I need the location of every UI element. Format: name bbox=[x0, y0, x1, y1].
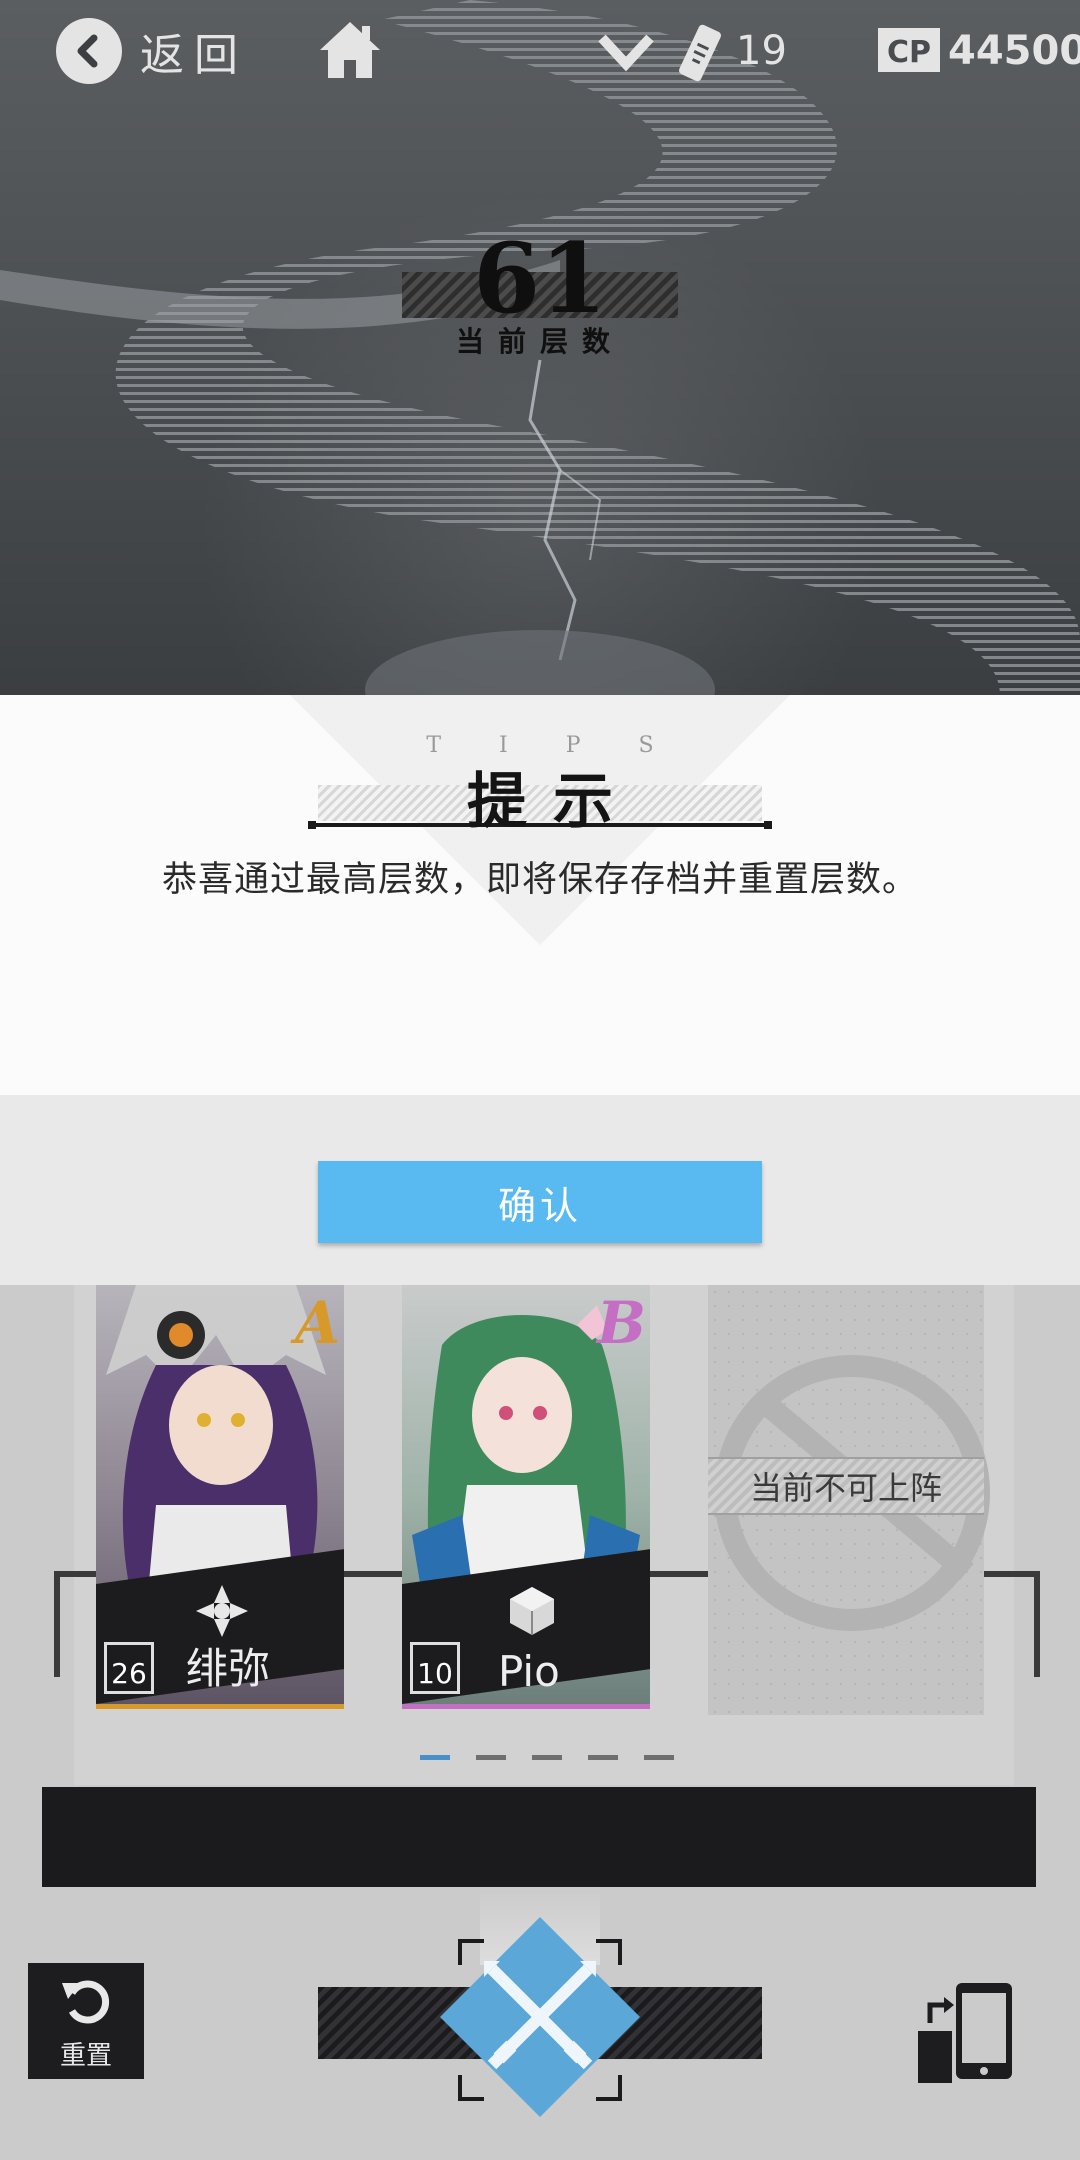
page-dot[interactable] bbox=[588, 1755, 618, 1760]
switch-formation-button[interactable] bbox=[916, 1979, 1016, 2089]
page-indicator bbox=[420, 1755, 674, 1760]
cp-badge-icon: CP bbox=[878, 28, 940, 72]
home-button[interactable] bbox=[318, 20, 382, 80]
page-dot[interactable] bbox=[532, 1755, 562, 1760]
character-card-b[interactable]: B BR 10 Pio bbox=[402, 1285, 650, 1709]
start-battle-button[interactable] bbox=[440, 1917, 640, 2117]
back-label: 返回 bbox=[140, 30, 248, 81]
current-floor-label: 当前层数 bbox=[455, 325, 624, 358]
ticket-icon bbox=[679, 24, 721, 82]
page-dot[interactable] bbox=[644, 1755, 674, 1760]
reset-icon bbox=[62, 1980, 110, 2024]
team-panel-base bbox=[42, 1787, 1036, 1887]
card-slot-letter: A bbox=[294, 1289, 340, 1357]
back-button[interactable]: 返回 bbox=[56, 18, 248, 84]
dialog-title: 提示 bbox=[467, 767, 639, 837]
top-bar: 返回 19 CP 44500 bbox=[0, 0, 1080, 110]
cp-badge-text: CP bbox=[887, 35, 931, 70]
cube-class-icon bbox=[510, 1587, 554, 1635]
dialog-body: TIPS 提示 恭喜通过最高层数，即将保存存档并重置层数。 bbox=[0, 695, 1080, 1095]
page-dot[interactable] bbox=[420, 1755, 450, 1760]
character-name: Pio bbox=[498, 1647, 560, 1696]
character-card-a[interactable]: A BR 26 绯弥 bbox=[96, 1285, 344, 1709]
br-level: 10 bbox=[410, 1642, 460, 1694]
character-name: 绯弥 bbox=[186, 1644, 271, 1693]
tower-scene: 返回 19 CP 44500 61 当前层数 bbox=[0, 0, 1080, 695]
fan-class-icon bbox=[196, 1585, 248, 1637]
home-icon bbox=[320, 22, 380, 78]
crossed-swords-icon bbox=[440, 1917, 640, 2117]
back-arrow-icon bbox=[56, 18, 122, 84]
chevron-down-icon bbox=[598, 34, 654, 72]
expand-menu-button[interactable] bbox=[598, 30, 654, 74]
cp-value: 44500 bbox=[948, 28, 1080, 74]
unavailable-label: 当前不可上阵 bbox=[749, 1469, 942, 1507]
ticket-count: 19 bbox=[736, 28, 787, 74]
team-panel: A BR 26 绯弥 B BR 10 Pio bbox=[0, 1285, 1080, 2160]
current-floor-number: 61 bbox=[473, 222, 607, 335]
br-level: 26 bbox=[104, 1642, 154, 1694]
reset-button[interactable]: 重置 bbox=[28, 1963, 144, 2079]
phone-switch-icon bbox=[918, 1983, 1012, 2083]
confirm-button[interactable]: 确认 bbox=[318, 1161, 762, 1243]
page-dot[interactable] bbox=[476, 1755, 506, 1760]
dialog-message: 恭喜通过最高层数，即将保存存档并重置层数。 bbox=[161, 860, 918, 900]
tips-dialog: TIPS 提示 恭喜通过最高层数，即将保存存档并重置层数。 确认 bbox=[0, 695, 1080, 1285]
card-slot-letter: B bbox=[596, 1289, 646, 1357]
reset-label: 重置 bbox=[59, 2041, 112, 2071]
